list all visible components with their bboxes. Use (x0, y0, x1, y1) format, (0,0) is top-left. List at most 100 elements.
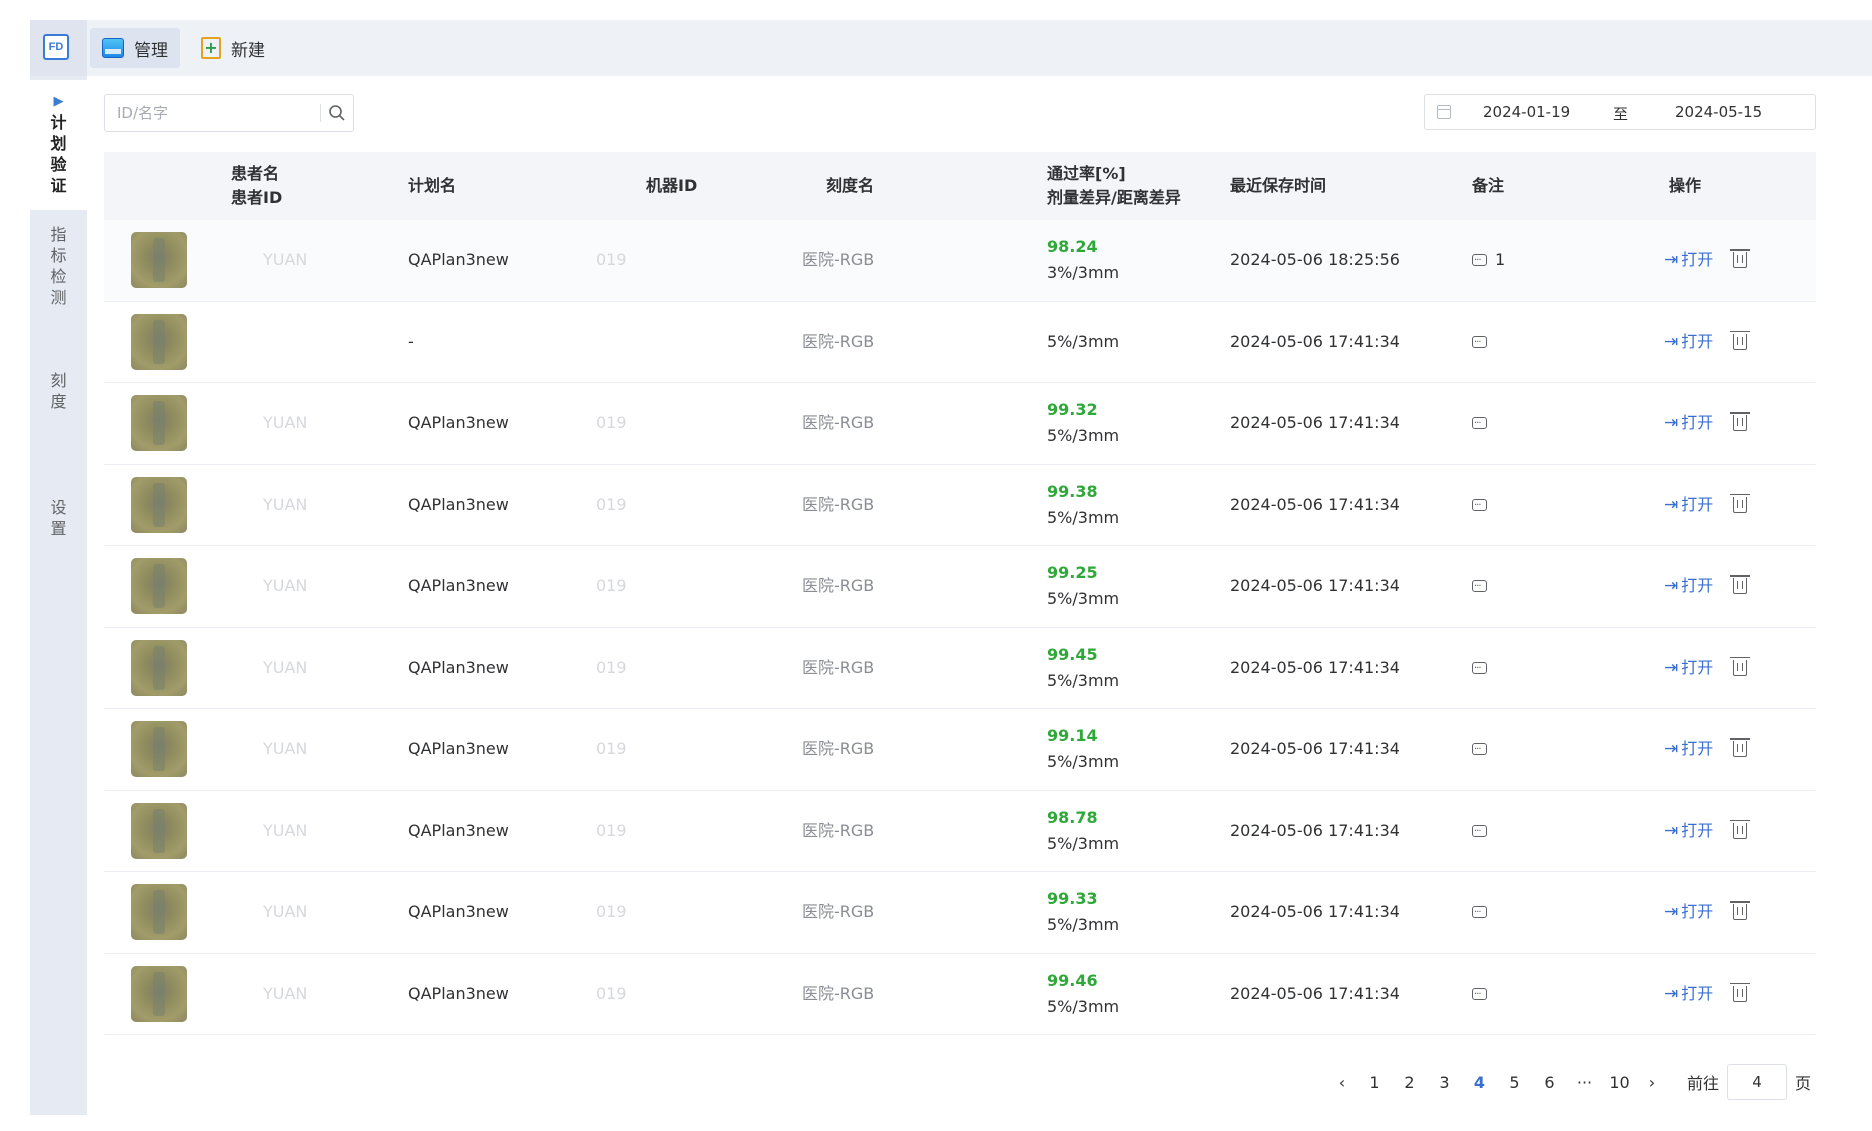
plan-thumbnail[interactable] (131, 558, 187, 614)
next-page-button[interactable]: › (1637, 1073, 1667, 1092)
delete-icon[interactable] (1730, 656, 1751, 676)
header-machine: 机器ID (646, 176, 698, 195)
delete-icon[interactable] (1730, 819, 1751, 839)
note-cell[interactable] (1472, 383, 1495, 464)
page-number[interactable]: 4 (1462, 1073, 1497, 1092)
manage-button[interactable]: 管理 (90, 28, 180, 68)
note-cell[interactable] (1472, 872, 1495, 953)
note-cell[interactable] (1472, 546, 1495, 627)
table-row[interactable]: YUAN QAPlan3new 019 医院-RGB 98.78 5%/3mm 2024-0… (104, 791, 1816, 872)
comment-icon[interactable] (1472, 330, 1487, 356)
plan-thumbnail[interactable] (131, 639, 187, 696)
table-row[interactable]: - 医院-RGB 5%/3mm 2024-05-06 17:41:34 ⇥打开 (104, 302, 1816, 383)
delete-icon[interactable] (1730, 901, 1751, 921)
open-button[interactable]: ⇥ 打开 (1664, 573, 1713, 599)
note-cell[interactable] (1472, 465, 1495, 546)
comment-icon[interactable] (1472, 411, 1487, 437)
page-ellipsis[interactable]: ··· (1567, 1073, 1602, 1092)
comment-icon[interactable] (1472, 656, 1487, 682)
table-row[interactable]: YUAN QAPlan3new 019 医院-RGB 99.25 5%/3mm 2024-0… (104, 546, 1816, 628)
goto-page-input[interactable] (1727, 1064, 1788, 1100)
open-button[interactable]: ⇥ 打开 (1664, 736, 1713, 762)
open-button[interactable]: ⇥ 打开 (1664, 329, 1713, 355)
page-number[interactable]: 2 (1392, 1073, 1427, 1092)
page-number[interactable]: 10 (1602, 1073, 1637, 1092)
pagination: ‹ 123456···10 › 前往 页 (1327, 1064, 1811, 1100)
criteria-text: 5%/3mm (1047, 996, 1120, 1016)
note-cell[interactable] (1472, 302, 1495, 383)
delete-icon[interactable] (1730, 982, 1751, 1002)
note-cell[interactable]: 1 (1472, 220, 1505, 301)
page-number[interactable]: 1 (1357, 1073, 1392, 1092)
sidebar-item-scale[interactable]: 刻 度 (30, 370, 87, 430)
plan-thumbnail[interactable] (131, 476, 187, 533)
comment-icon[interactable] (1472, 982, 1487, 1008)
open-button[interactable]: ⇥ 打开 (1664, 899, 1713, 925)
note-cell[interactable] (1472, 791, 1495, 872)
comment-icon[interactable] (1472, 574, 1487, 600)
table-row[interactable]: YUAN QAPlan3new 019 医院-RGB 99.14 5%/3mm 2024-0… (104, 709, 1816, 791)
comment-icon[interactable] (1472, 819, 1487, 845)
patient-cell: YUAN (263, 954, 307, 1035)
note-cell[interactable] (1472, 709, 1495, 790)
pass-rate-value: 99.38 (1047, 481, 1098, 501)
plan-thumbnail[interactable] (131, 313, 187, 370)
date-start[interactable]: 2024-01-19 (1483, 103, 1570, 121)
sidebar-item-plan-verification[interactable]: ▶ 计 划 验 证 (30, 80, 87, 210)
page-number[interactable]: 3 (1427, 1073, 1462, 1092)
table-row[interactable]: YUAN QAPlan3new 019 医院-RGB 98.24 3%/3mm 2024-0… (104, 220, 1816, 302)
date-range-picker[interactable]: 2024-01-19 至 2024-05-15 (1424, 94, 1816, 130)
sidebar-item-settings[interactable]: 设 置 (30, 497, 87, 557)
plan-thumbnail[interactable] (131, 721, 187, 777)
search-icon[interactable] (327, 103, 347, 123)
note-cell[interactable] (1472, 628, 1495, 709)
delete-icon[interactable] (1730, 330, 1751, 350)
delete-icon[interactable] (1730, 738, 1751, 758)
plan-thumbnail[interactable] (131, 965, 187, 1022)
open-button[interactable]: ⇥ 打开 (1664, 410, 1713, 436)
date-end[interactable]: 2024-05-15 (1675, 103, 1762, 121)
plan-thumbnail[interactable] (131, 802, 187, 859)
comment-icon[interactable] (1472, 248, 1487, 274)
open-button[interactable]: ⇥ 打开 (1664, 981, 1713, 1007)
table-row[interactable]: YUAN QAPlan3new 019 医院-RGB 99.46 5%/3mm 2024-0… (104, 954, 1816, 1035)
patient-text: YUAN (263, 902, 308, 922)
comment-icon[interactable] (1472, 737, 1487, 763)
delete-icon[interactable] (1730, 249, 1751, 269)
table-row[interactable]: YUAN QAPlan3new 019 医院-RGB 99.33 5%/3mm 2024-0… (104, 872, 1816, 954)
page-number[interactable]: 5 (1497, 1073, 1532, 1092)
app-logo: FD (43, 34, 69, 60)
open-icon: ⇥ (1664, 250, 1679, 271)
note-count: 1 (1495, 250, 1506, 270)
open-button[interactable]: ⇥ 打开 (1664, 492, 1713, 518)
open-button[interactable]: ⇥ 打开 (1664, 818, 1713, 844)
delete-icon[interactable] (1730, 575, 1751, 595)
open-button[interactable]: ⇥ 打开 (1664, 247, 1713, 273)
nav-char: 划 (50, 134, 67, 153)
nav-char: 验 (50, 155, 67, 174)
plan-cell: QAPlan3new (408, 383, 509, 464)
plan-thumbnail[interactable] (131, 884, 187, 940)
ops-cell: ⇥ 打开 (1664, 709, 1751, 790)
page-number[interactable]: 6 (1532, 1073, 1567, 1092)
patient-text: YUAN (263, 413, 308, 433)
delete-icon[interactable] (1730, 412, 1751, 432)
pass-cell: 99.46 5%/3mm (1047, 954, 1119, 1035)
sidebar-item-index-detection[interactable]: 指 标 检 测 (30, 224, 87, 334)
table-row[interactable]: YUAN QAPlan3new 019 医院-RGB 99.45 5%/3mm 2024-0… (104, 628, 1816, 709)
saved-time-text: 2024-05-06 17:41:34 (1230, 413, 1400, 433)
new-button[interactable]: + 新建 (189, 28, 277, 68)
note-cell[interactable] (1472, 954, 1495, 1035)
plan-cell: QAPlan3new (408, 954, 509, 1035)
search-input[interactable] (105, 95, 315, 131)
prev-page-button[interactable]: ‹ (1327, 1073, 1357, 1092)
open-button[interactable]: ⇥ 打开 (1664, 655, 1713, 681)
comment-icon[interactable] (1472, 493, 1487, 519)
plan-thumbnail[interactable] (131, 232, 187, 288)
table-row[interactable]: YUAN QAPlan3new 019 医院-RGB 99.38 5%/3mm 2024-0… (104, 465, 1816, 546)
table-row[interactable]: YUAN QAPlan3new 019 医院-RGB 99.32 5%/3mm 2024-0… (104, 383, 1816, 465)
page-list: 1 2 3 4 5 6 ··· 10 (1357, 1073, 1637, 1092)
delete-icon[interactable] (1730, 493, 1751, 513)
plan-thumbnail[interactable] (131, 395, 187, 451)
comment-icon[interactable] (1472, 900, 1487, 926)
